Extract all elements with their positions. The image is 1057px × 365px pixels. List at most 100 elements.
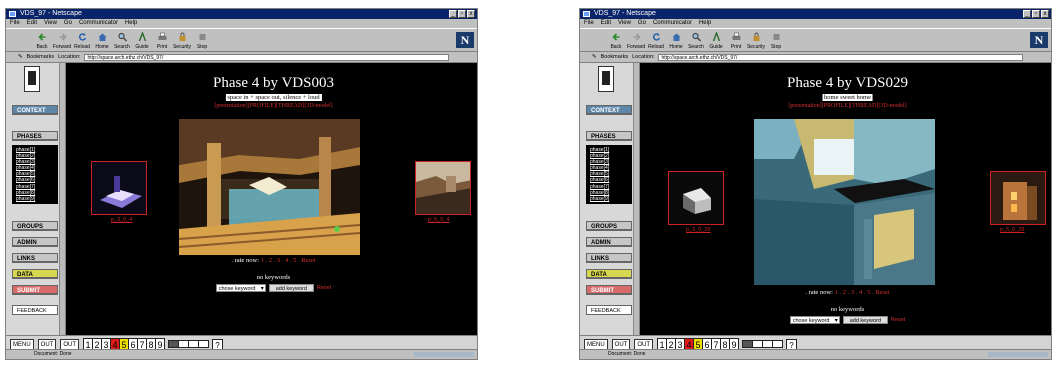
add-keyword-button[interactable]: add keyword — [268, 284, 314, 292]
back-button[interactable]: Back — [606, 32, 626, 51]
add-keyword-button[interactable]: add keyword — [842, 316, 888, 324]
nav-scrollbar[interactable] — [59, 63, 65, 335]
phase-link-9[interactable]: phase[9] — [590, 196, 632, 202]
rating-options[interactable]: 1 . 2 . 3 . 4 . 5 . — [835, 289, 874, 296]
section-links[interactable]: [presentation][PROFILE][THREAD][3D-model… — [644, 103, 1051, 109]
thumbnail-right[interactable] — [990, 171, 1046, 225]
bookmark-icon[interactable]: ✎ — [18, 54, 23, 60]
nav-scrollbar[interactable] — [633, 63, 639, 335]
menu-view[interactable]: View — [618, 19, 631, 28]
nav-submit-button[interactable]: SUBMIT — [12, 285, 58, 295]
stop-button[interactable]: Stop — [766, 32, 786, 51]
menu-file[interactable]: File — [584, 19, 594, 28]
rating-reset-link[interactable]: Reset — [301, 257, 315, 264]
forward-button[interactable]: Forward — [52, 32, 72, 51]
menu-help[interactable]: Help — [699, 19, 711, 28]
nav-feedback-button[interactable]: FEEDBACK — [12, 305, 58, 315]
thumbnail-right[interactable] — [415, 161, 471, 215]
keyword-select[interactable]: chose keyword — [789, 316, 840, 325]
phase-link-9[interactable]: phase[9] — [16, 196, 58, 202]
home-button[interactable]: Home — [92, 32, 112, 51]
menu-file[interactable]: File — [10, 19, 20, 28]
nav-context-button[interactable]: CONTEXT — [12, 105, 58, 115]
out-button-1[interactable]: OUT — [611, 338, 631, 350]
thumbnail-right-caption[interactable]: p_5_0_4 — [428, 217, 449, 223]
thumbnail-left[interactable] — [91, 161, 147, 215]
menu-view[interactable]: View — [44, 19, 57, 28]
guide-button[interactable]: Guide — [132, 32, 152, 51]
thumbnail-left-caption[interactable]: p_3_0_29 — [686, 227, 710, 233]
minimize-button[interactable]: _ — [449, 10, 457, 18]
nav-admin-button[interactable]: ADMIN — [586, 237, 632, 247]
help-button[interactable]: ? — [786, 338, 798, 350]
view-slot-4[interactable] — [198, 340, 210, 348]
keyword-select[interactable]: chose keyword — [215, 284, 266, 293]
rating-options[interactable]: 1 . 2 . 3 . 4 . 5 . — [261, 257, 300, 264]
out-button-1[interactable]: OUT — [37, 338, 57, 350]
guide-button[interactable]: Guide — [706, 32, 726, 51]
thumbnail-left[interactable] — [668, 171, 724, 225]
thumbnail-right-caption[interactable]: p_5_0_29 — [1000, 227, 1024, 233]
nav-admin-button[interactable]: ADMIN — [12, 237, 58, 247]
nav-data-button[interactable]: DATA — [12, 269, 58, 279]
thumbnail-left-caption[interactable]: p_3_0_4 — [111, 217, 132, 223]
nav-submit-button[interactable]: SUBMIT — [586, 285, 632, 295]
print-button[interactable]: Print — [152, 32, 172, 51]
nav-context-button[interactable]: CONTEXT — [586, 105, 632, 115]
bookmarks-button[interactable]: Bookmarks — [27, 54, 55, 60]
menu-button[interactable]: MENU — [10, 338, 34, 350]
security-button[interactable]: Security — [746, 32, 766, 51]
printer-icon — [158, 32, 166, 40]
out-button-2[interactable]: OUT — [60, 338, 80, 350]
reload-button[interactable]: Reload — [72, 32, 92, 51]
url-input[interactable]: http://space.arch.ethz.ch/VDS_97/ — [658, 53, 1023, 61]
menu-go[interactable]: Go — [638, 19, 646, 28]
forward-button[interactable]: Forward — [626, 32, 646, 51]
security-button[interactable]: Security — [172, 32, 192, 51]
nav-groups-button[interactable]: GROUPS — [586, 221, 632, 231]
back-arrow-icon — [37, 33, 45, 41]
home-button[interactable]: Home — [666, 32, 686, 51]
menu-button[interactable]: MENU — [584, 338, 608, 350]
nav-feedback-button[interactable]: FEEDBACK — [586, 305, 632, 315]
bookmark-icon[interactable]: ✎ — [592, 54, 597, 60]
nav-phases-button[interactable]: PHASES — [12, 131, 58, 141]
view-slot-4[interactable] — [772, 340, 784, 348]
print-button[interactable]: Print — [726, 32, 746, 51]
no-keywords-label: no keywords — [830, 306, 865, 313]
nav-data-button[interactable]: DATA — [586, 269, 632, 279]
thumbnail-left-image — [669, 172, 723, 224]
nav-links-button[interactable]: LINKS — [12, 253, 58, 263]
search-icon — [691, 32, 701, 42]
menu-communicator[interactable]: Communicator — [653, 19, 692, 28]
window-titlebar: VDS_97 - Netscape _ ▫ x — [580, 9, 1051, 19]
minimize-button[interactable]: _ — [1023, 10, 1031, 18]
url-input[interactable]: http://space.arch.ethz.ch/VDS_97/ — [84, 53, 449, 61]
menu-edit[interactable]: Edit — [27, 19, 37, 28]
keyword-reset-link[interactable]: Reset — [317, 285, 331, 291]
keyword-reset-link[interactable]: Reset — [891, 317, 905, 323]
search-button[interactable]: Search — [112, 32, 132, 51]
reload-button[interactable]: Reload — [646, 32, 666, 51]
nav-groups-button[interactable]: GROUPS — [12, 221, 58, 231]
main-frame: Phase 4 by VDS003 space in + space out, … — [70, 63, 477, 335]
menu-help[interactable]: Help — [125, 19, 137, 28]
page-subtitle: home sweet home — [822, 94, 873, 101]
rating-reset-link[interactable]: Reset — [875, 289, 889, 296]
stop-button[interactable]: Stop — [192, 32, 212, 51]
back-button[interactable]: Back — [32, 32, 52, 51]
maximize-button[interactable]: ▫ — [458, 10, 466, 18]
maximize-button[interactable]: ▫ — [1032, 10, 1040, 18]
menu-go[interactable]: Go — [64, 19, 72, 28]
section-links[interactable]: [presentation][PROFILE][THREAD][3D-model… — [70, 103, 477, 109]
out-button-2[interactable]: OUT — [634, 338, 654, 350]
help-button[interactable]: ? — [212, 338, 224, 350]
close-button[interactable]: x — [467, 10, 475, 18]
nav-links-button[interactable]: LINKS — [586, 253, 632, 263]
menu-edit[interactable]: Edit — [601, 19, 611, 28]
nav-phases-button[interactable]: PHASES — [586, 131, 632, 141]
search-button[interactable]: Search — [686, 32, 706, 51]
menu-communicator[interactable]: Communicator — [79, 19, 118, 28]
bookmarks-button[interactable]: Bookmarks — [601, 54, 629, 60]
close-button[interactable]: x — [1041, 10, 1049, 18]
